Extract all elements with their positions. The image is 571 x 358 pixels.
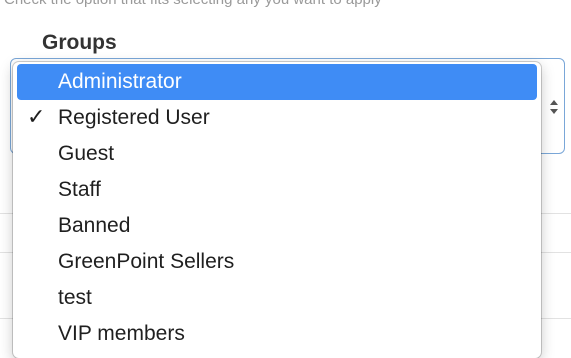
option-label: Banned — [58, 214, 131, 237]
option-label: Guest — [58, 142, 115, 165]
groups-dropdown-menu: Administrator ✓ Registered User Guest St… — [13, 62, 541, 358]
option-label: Administrator — [58, 70, 182, 93]
select-arrows-icon — [550, 100, 558, 114]
option-label: Staff — [58, 178, 101, 201]
groups-label: Groups — [42, 31, 117, 54]
instruction-hint: Check the option that fits selecting any… — [4, 0, 564, 9]
option-vip-members[interactable]: VIP members — [13, 316, 541, 352]
option-label: test — [58, 286, 92, 309]
option-label: GreenPoint Sellers — [58, 250, 235, 273]
option-administrator[interactable]: Administrator — [17, 64, 537, 100]
option-banned[interactable]: Banned — [13, 208, 541, 244]
option-staff[interactable]: Staff — [13, 172, 541, 208]
option-greenpoint-sellers[interactable]: GreenPoint Sellers — [13, 244, 541, 280]
option-guest[interactable]: Guest — [13, 136, 541, 172]
option-label: VIP members — [58, 322, 185, 345]
options-list: Administrator ✓ Registered User Guest St… — [13, 62, 541, 352]
option-test[interactable]: test — [13, 280, 541, 316]
option-registered-user[interactable]: ✓ Registered User — [13, 100, 541, 136]
option-label: Registered User — [58, 106, 210, 129]
checkmark-icon: ✓ — [27, 105, 46, 130]
